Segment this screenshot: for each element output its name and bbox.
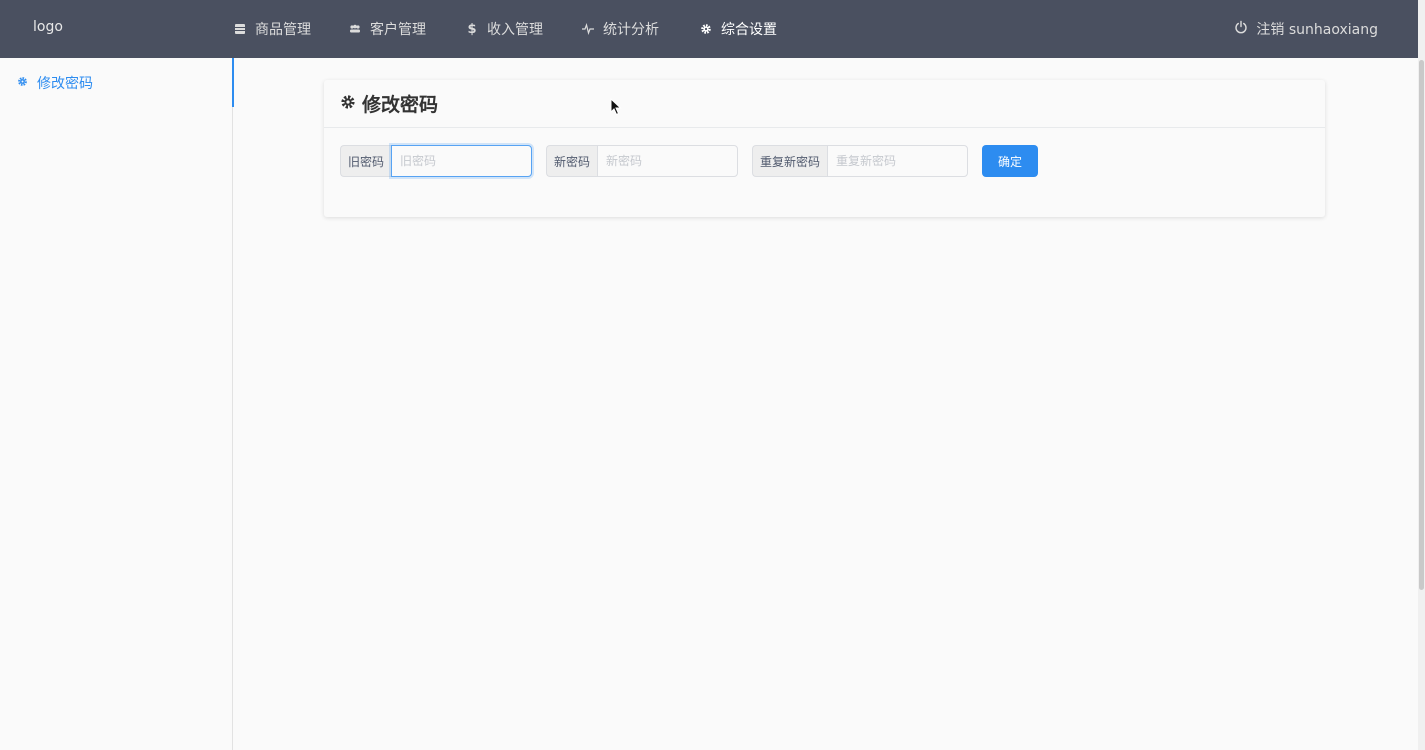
nav-label: 综合设置 [721, 22, 777, 38]
old-password-label: 旧密码 [340, 145, 392, 177]
old-password-group: 旧密码 [340, 145, 533, 177]
gear-icon [340, 94, 356, 114]
gear-icon [699, 22, 713, 36]
page-scrollbar[interactable] [1418, 0, 1425, 750]
nav-label: 客户管理 [370, 22, 426, 38]
new-password-label: 新密码 [546, 145, 598, 177]
change-password-card: 修改密码 旧密码 新密码 重复新密码 确定 [324, 80, 1325, 217]
nav-label: 商品管理 [255, 22, 311, 38]
people-icon [348, 22, 362, 36]
sidebar-item-change-password[interactable]: 修改密码 [0, 58, 234, 107]
nav-item-settings[interactable]: 综合设置 [699, 19, 777, 39]
gear-icon [17, 75, 28, 91]
new-password-group: 新密码 [546, 145, 739, 177]
list-icon [233, 22, 247, 36]
logout-button[interactable]: 注销 sunhaoxiang [1234, 19, 1378, 39]
logout-label: 注销 sunhaoxiang [1256, 22, 1378, 38]
sidebar-item-label: 修改密码 [37, 75, 93, 92]
repeat-password-label: 重复新密码 [752, 145, 828, 177]
confirm-button[interactable]: 确定 [982, 145, 1039, 177]
password-form: 旧密码 新密码 重复新密码 确定 [340, 145, 1039, 177]
card-header: 修改密码 [324, 80, 1325, 128]
repeat-password-group: 重复新密码 [752, 145, 969, 177]
page-title: 修改密码 [362, 94, 439, 116]
nav-label: 收入管理 [487, 22, 543, 38]
dollar-icon: $ [467, 21, 477, 37]
nav-label: 统计分析 [603, 22, 659, 38]
sidebar: 修改密码 [0, 58, 234, 750]
mouse-cursor-icon [610, 98, 622, 116]
nav-item-products[interactable]: 商品管理 [233, 19, 311, 39]
nav-item-statistics[interactable]: 统计分析 [581, 19, 659, 39]
nav-item-customers[interactable]: 客户管理 [348, 19, 426, 39]
repeat-password-input[interactable] [827, 145, 969, 177]
top-navbar: logo 商品管理 客户管理 $ 收入管理 统计分析 综合设置 注销 sunha… [0, 0, 1418, 58]
logo[interactable]: logo [33, 19, 63, 35]
scrollbar-thumb[interactable] [1419, 60, 1424, 590]
old-password-input[interactable] [391, 145, 533, 177]
new-password-input[interactable] [597, 145, 739, 177]
nav-item-income[interactable]: $ 收入管理 [465, 19, 543, 39]
power-icon [1234, 20, 1248, 38]
pulse-icon [581, 22, 595, 36]
